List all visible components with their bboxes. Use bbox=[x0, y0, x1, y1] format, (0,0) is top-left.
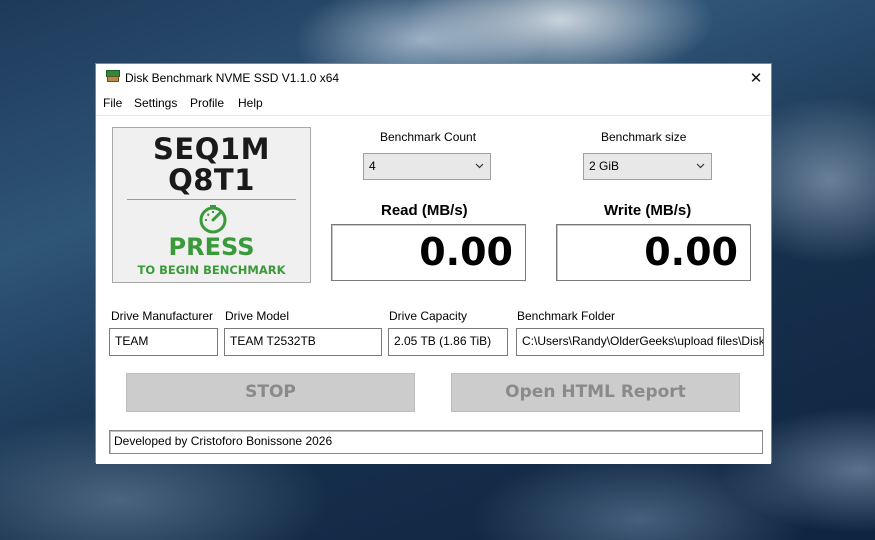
main-panel: SEQ1M Q8T1 PRESS TO BEGIN BENCHMARK Benc… bbox=[96, 115, 771, 464]
press-label: PRESS bbox=[168, 233, 255, 261]
status-text: Developed by Cristoforo Bonissone 2026 bbox=[114, 434, 333, 448]
queue-thread-label: Q8T1 bbox=[168, 163, 255, 197]
drive-capacity-label: Drive Capacity bbox=[389, 309, 468, 323]
drive-model-value: TEAM T2532TB bbox=[230, 334, 316, 348]
write-value: 0.00 bbox=[644, 230, 738, 274]
menu-help[interactable]: Help bbox=[238, 96, 263, 110]
drive-manufacturer-value: TEAM bbox=[115, 334, 149, 348]
menu-profile[interactable]: Profile bbox=[190, 96, 224, 110]
drive-model-label: Drive Model bbox=[225, 309, 290, 323]
benchmark-count-label: Benchmark Count bbox=[380, 130, 477, 144]
benchmark-count-select[interactable]: 4 bbox=[363, 153, 491, 180]
disk-app-icon bbox=[106, 70, 120, 82]
stop-button[interactable]: STOP bbox=[126, 373, 415, 412]
drive-manufacturer-field[interactable]: TEAM bbox=[109, 328, 218, 356]
drive-capacity-field[interactable]: 2.05 TB (1.86 TiB) bbox=[388, 328, 508, 356]
test-type-label: SEQ1M bbox=[153, 132, 270, 166]
open-html-report-button[interactable]: Open HTML Report bbox=[451, 373, 740, 412]
drive-capacity-value: 2.05 TB (1.86 TiB) bbox=[394, 334, 492, 348]
window-title: Disk Benchmark NVME SSD V1.1.0 x64 bbox=[125, 71, 340, 85]
speedometer-icon bbox=[199, 205, 227, 234]
read-result-box: 0.00 bbox=[331, 224, 526, 281]
write-header: Write (MB/s) bbox=[604, 202, 692, 219]
benchmark-size-select[interactable]: 2 GiB bbox=[583, 153, 712, 180]
app-window: Disk Benchmark NVME SSD V1.1.0 x64 ✕ Fil… bbox=[95, 63, 772, 464]
read-value: 0.00 bbox=[419, 230, 513, 274]
write-result-box: 0.00 bbox=[556, 224, 751, 281]
begin-benchmark-label: TO BEGIN BENCHMARK bbox=[137, 263, 286, 277]
title-bar[interactable]: Disk Benchmark NVME SSD V1.1.0 x64 ✕ bbox=[96, 64, 771, 92]
menu-settings[interactable]: Settings bbox=[134, 96, 177, 110]
benchmark-folder-value: C:\Users\Randy\OlderGeeks\upload files\D… bbox=[522, 334, 764, 348]
menu-file[interactable]: File bbox=[103, 96, 122, 110]
menu-bar: File Settings Profile Help bbox=[96, 93, 771, 115]
drive-manufacturer-label: Drive Manufacturer bbox=[111, 309, 214, 323]
benchmark-folder-field[interactable]: C:\Users\Randy\OlderGeeks\upload files\D… bbox=[516, 328, 764, 356]
divider bbox=[127, 199, 296, 200]
drive-model-field[interactable]: TEAM T2532TB bbox=[224, 328, 382, 356]
close-button[interactable]: ✕ bbox=[741, 64, 771, 92]
benchmark-size-label: Benchmark size bbox=[601, 130, 687, 144]
start-benchmark-button[interactable]: SEQ1M Q8T1 PRESS TO BEGIN BENCHMARK bbox=[112, 127, 311, 283]
status-bar: Developed by Cristoforo Bonissone 2026 bbox=[109, 430, 763, 454]
benchmark-folder-label: Benchmark Folder bbox=[517, 309, 616, 323]
benchmark-count-value: 4 bbox=[369, 159, 376, 173]
read-header: Read (MB/s) bbox=[381, 202, 468, 219]
benchmark-size-value: 2 GiB bbox=[589, 159, 620, 173]
chevron-down-icon bbox=[696, 163, 705, 169]
chevron-down-icon bbox=[475, 163, 484, 169]
